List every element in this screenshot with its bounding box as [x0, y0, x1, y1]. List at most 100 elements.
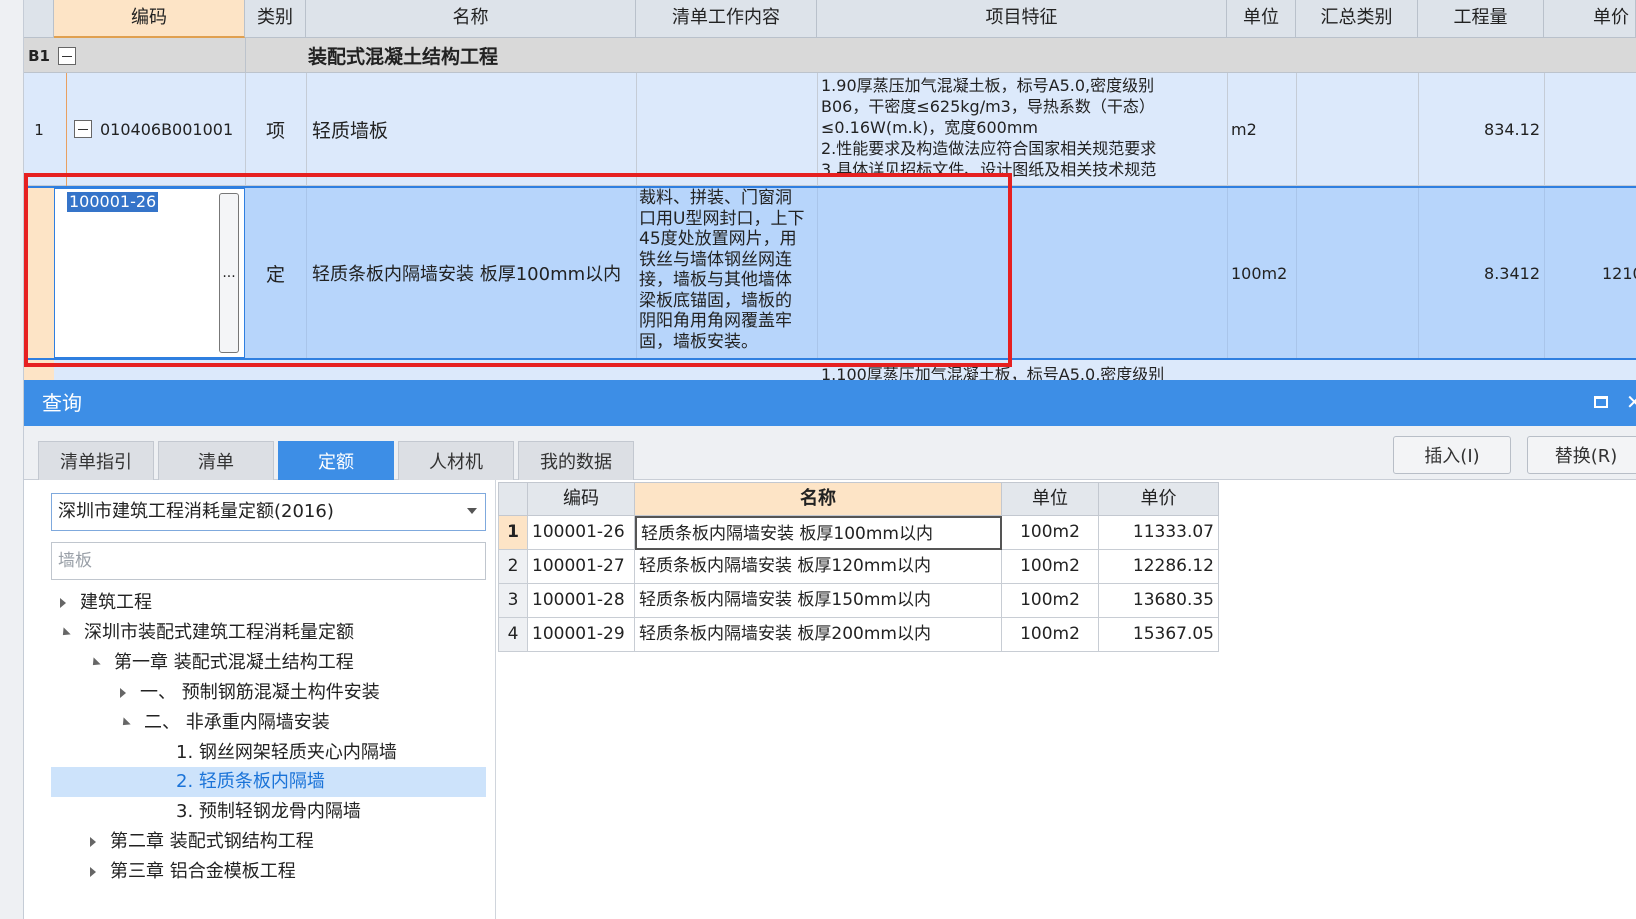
tree-label: 一、 预制钢筋混凝土构件安装	[140, 682, 380, 703]
row-unit[interactable]: m2	[1231, 73, 1257, 186]
query-panel-title: 查询	[24, 380, 1636, 426]
col-divider	[1296, 188, 1297, 358]
chevron-down-icon[interactable]	[89, 657, 101, 669]
tree-item-prefab-quota[interactable]: 深圳市装配式建筑工程消耗量定额	[59, 618, 354, 648]
result-name[interactable]: 轻质条板内隔墙安装 板厚150mm以内	[635, 584, 1002, 618]
result-price[interactable]: 13680.35	[1099, 584, 1219, 618]
section-collapse-toggle[interactable]	[58, 38, 76, 73]
result-name-focused[interactable]: 轻质条板内隔墙安装 板厚100mm以内	[635, 516, 1002, 550]
section-row-b1[interactable]: B1 装配式混凝土结构工程	[24, 38, 1636, 73]
tree-item-chapter2[interactable]: 第二章 装配式钢结构工程	[90, 827, 314, 857]
tree-label: 第二章 装配式钢结构工程	[110, 831, 314, 852]
results-header-code[interactable]: 编码	[528, 482, 635, 516]
header-code[interactable]: 编码	[54, 0, 245, 38]
result-unit[interactable]: 100m2	[1002, 550, 1099, 584]
col-divider	[306, 73, 307, 186]
tab-bill[interactable]: 清单	[158, 441, 274, 480]
row-feature-partial: 1.100厚蒸压加气混凝土板，标号A5.0,密度级别	[821, 365, 1165, 380]
chevron-right-icon[interactable]	[90, 837, 96, 847]
chevron-down-icon[interactable]	[467, 508, 477, 514]
tree-item-chapter1[interactable]: 第一章 装配式混凝土结构工程	[89, 648, 354, 678]
tab-labor-material[interactable]: 人材机	[398, 441, 514, 480]
header-unit[interactable]: 单位	[1227, 0, 1296, 38]
result-name[interactable]: 轻质条板内隔墙安装 板厚200mm以内	[635, 618, 1002, 652]
row-name[interactable]: 轻质墙板	[312, 73, 388, 186]
result-code[interactable]: 100001-26	[528, 516, 635, 550]
section-divider	[245, 38, 246, 73]
header-type[interactable]: 类别	[245, 0, 306, 38]
insert-button[interactable]: 插入(I)	[1393, 436, 1511, 474]
tab-bill-guide[interactable]: 清单指引	[38, 441, 154, 480]
result-code[interactable]: 100001-27	[528, 550, 635, 584]
section-number: B1	[28, 46, 50, 65]
search-input[interactable]: 墙板	[51, 542, 486, 580]
result-row-number: 4	[498, 618, 528, 652]
result-code[interactable]: 100001-29	[528, 618, 635, 652]
col-divider	[1544, 73, 1545, 186]
tab-my-data[interactable]: 我的数据	[518, 441, 634, 480]
tree-item-building[interactable]: 建筑工程	[60, 588, 152, 618]
chevron-right-icon[interactable]	[120, 688, 126, 698]
col-divider	[1544, 188, 1545, 358]
row-quantity[interactable]: 8.3412	[1418, 188, 1540, 358]
result-code[interactable]: 100001-28	[528, 584, 635, 618]
result-price[interactable]: 11333.07	[1099, 516, 1219, 550]
result-unit[interactable]: 100m2	[1002, 618, 1099, 652]
header-work-content[interactable]: 清单工作内容	[636, 0, 817, 38]
results-header-name[interactable]: 名称	[635, 482, 1002, 516]
row-unit[interactable]: 100m2	[1231, 188, 1287, 358]
row-quantity[interactable]: 834.12	[1418, 73, 1540, 186]
col-divider	[1227, 188, 1228, 358]
tree-item-leaf2-selected[interactable]: 2. 轻质条板内隔墙	[51, 767, 486, 797]
tree-item-section2[interactable]: 二、 非承重内隔墙安装	[119, 708, 330, 738]
row-number: 1	[34, 120, 44, 139]
result-row-number: 1	[498, 516, 528, 550]
row-price[interactable]: 1210	[1602, 188, 1636, 358]
tree-label: 深圳市装配式建筑工程消耗量定额	[84, 622, 354, 643]
header-name[interactable]: 名称	[306, 0, 636, 38]
results-header-price[interactable]: 单价	[1099, 482, 1219, 516]
tab-quota[interactable]: 定额	[278, 441, 394, 480]
results-header-unit[interactable]: 单位	[1002, 482, 1099, 516]
row-feature[interactable]: 1.90厚蒸压加气混凝土板，标号A5.0,密度级别 B06，干密度≤625kg/…	[821, 75, 1225, 184]
header-quantity[interactable]: 工程量	[1418, 0, 1544, 38]
chevron-down-icon[interactable]	[59, 627, 71, 639]
replace-button[interactable]: 替换(R)	[1527, 436, 1636, 474]
minus-icon	[74, 120, 92, 138]
result-name[interactable]: 轻质条板内隔墙安装 板厚120mm以内	[635, 550, 1002, 584]
result-price[interactable]: 12286.12	[1099, 550, 1219, 584]
col-divider	[1227, 73, 1228, 186]
feature-line: ≤0.16W(m.k)，宽度600mm	[821, 118, 1038, 137]
chevron-right-icon[interactable]	[60, 598, 66, 608]
library-select[interactable]: 深圳市建筑工程消耗量定额(2016)	[51, 493, 486, 531]
row-code[interactable]: 010406B001001	[100, 73, 233, 186]
tree-item-chapter3[interactable]: 第三章 铝合金模板工程	[90, 857, 296, 887]
header-price[interactable]: 单价	[1544, 0, 1636, 38]
feature-line: 1.90厚蒸压加气混凝土板，标号A5.0,密度级别	[821, 76, 1155, 95]
feature-line: B06，干密度≤625kg/m3，导热系数（干态）	[821, 97, 1155, 116]
header-summary-type[interactable]: 汇总类别	[1296, 0, 1418, 38]
tree-label: 3. 预制轻钢龙骨内隔墙	[176, 801, 361, 822]
tree-item-leaf3[interactable]: 3. 预制轻钢龙骨内隔墙	[176, 797, 361, 827]
maximize-icon[interactable]	[1594, 396, 1608, 408]
tree-label: 建筑工程	[80, 592, 152, 613]
chevron-down-icon[interactable]	[119, 717, 131, 729]
table-row[interactable]: 1 010406B001001 项 轻质墙板 1.90厚蒸压加气混凝土板，标号A…	[24, 73, 1636, 186]
col-divider	[1296, 73, 1297, 186]
tree-item-section1[interactable]: 一、 预制钢筋混凝土构件安装	[120, 678, 380, 708]
chevron-right-icon[interactable]	[90, 867, 96, 877]
result-unit[interactable]: 100m2	[1002, 516, 1099, 550]
tree-item-leaf1[interactable]: 1. 钢丝网架轻质夹心内隔墙	[176, 738, 397, 768]
tree-label: 第三章 铝合金模板工程	[110, 861, 296, 882]
row-gutter	[0, 0, 24, 919]
panel-title-text: 查询	[42, 391, 82, 415]
result-unit[interactable]: 100m2	[1002, 584, 1099, 618]
close-icon[interactable]: ✕	[1626, 392, 1636, 412]
result-price[interactable]: 15367.05	[1099, 618, 1219, 652]
row-collapse-toggle[interactable]	[74, 120, 92, 138]
row-type[interactable]: 项	[245, 73, 306, 186]
header-feature[interactable]: 项目特征	[817, 0, 1227, 38]
tree-label: 2. 轻质条板内隔墙	[176, 771, 325, 792]
tree-label: 第一章 装配式混凝土结构工程	[114, 652, 354, 673]
header-corner	[24, 0, 54, 38]
